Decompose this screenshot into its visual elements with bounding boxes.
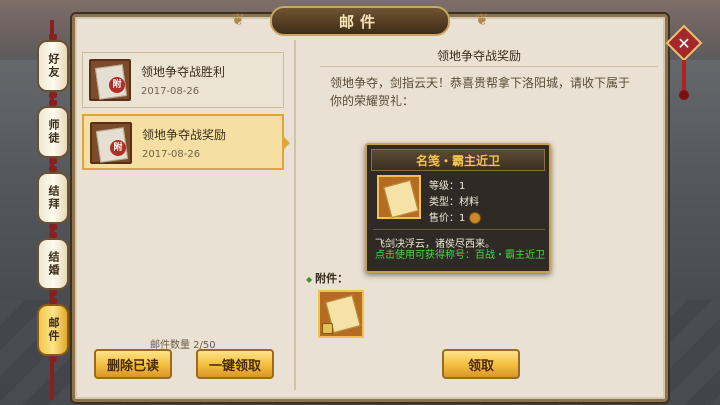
mail-subject: 领地争夺战奖励 [142,128,227,142]
mail-date: 2017-08-26 [141,86,200,97]
attachment-slot[interactable] [318,290,364,338]
item-tooltip: 名笺・霸主近卫 等级：1 类型：材料 售价：1 飞剑决浮云，诸侯尽西来。 点击使… [365,143,551,273]
tab-label: 结拜 [47,185,60,211]
tooltip-type: 类型：材料 [429,197,479,208]
tooltip-title: 名笺・霸主近卫 [371,149,545,171]
tab-marriage[interactable]: 结婚 [37,232,69,296]
divider [294,40,296,390]
scroll-item-icon [377,175,421,219]
mail-detail-title: 领地争夺战奖励 [436,49,521,63]
window-title: 邮件 [338,12,381,31]
mail-scroll-icon: 附 [90,122,132,164]
tab-sworn[interactable]: 结拜 [37,166,69,230]
detail-divider [320,66,658,67]
tab-mentor[interactable]: 师徒 [37,100,69,164]
mail-subject: 领地争夺战胜利 [141,65,226,79]
tab-mail[interactable]: 邮件 [37,298,69,362]
tab-friends[interactable]: 好友 [37,34,69,98]
delete-read-button[interactable]: 删除已读 [94,349,172,379]
tooltip-level: 等级：1 [429,181,466,192]
tooltip-divider [373,229,545,230]
mail-item[interactable]: 附 领地争夺战胜利 2017-08-26 [82,52,284,108]
tab-label: 师徒 [47,119,60,145]
mail-date: 2017-08-26 [142,149,201,160]
close-tassel [679,60,689,100]
tooltip-price-row: 售价：1 [429,209,482,224]
window-title-bar: 邮件 [270,6,450,36]
coin-icon [469,212,482,224]
claim-all-button[interactable]: 一键领取 [196,349,274,379]
tab-label: 好友 [47,53,60,79]
title-ornament-right-icon: ❦ [475,10,489,29]
title-ornament-left-icon: ❦ [231,10,245,29]
lock-icon [322,323,333,334]
attachment-label: 附件： [306,270,348,286]
claim-button[interactable]: 领取 [442,349,520,379]
tooltip-effect: 点击使用可获得称号：百战・霸主近卫 [375,250,545,261]
close-icon: ✕ [677,33,691,53]
mail-item-selected[interactable]: 附 领地争夺战奖励 2017-08-26 [82,114,290,170]
tab-label: 结婚 [47,251,60,277]
mail-detail-body: 领地争夺，剑指云天！恭喜贵帮拿下洛阳城，请收下属于你的荣耀贺礼： [330,76,631,108]
tooltip-price: 售价：1 [429,213,466,224]
mail-scroll-icon: 附 [89,59,131,101]
tooltip-description: 飞剑决浮云，诸侯尽西来。 [375,239,495,250]
tab-label: 邮件 [47,317,60,343]
